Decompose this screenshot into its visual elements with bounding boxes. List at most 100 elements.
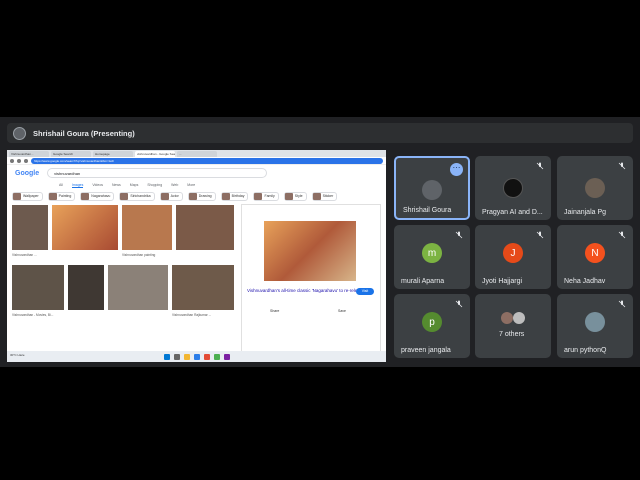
chip-thumbnail — [120, 192, 129, 200]
app-icon — [213, 353, 220, 360]
google-search-tabs: All Images Videos News Maps Shopping Web… — [7, 181, 386, 189]
chip-label: Drawing — [198, 194, 212, 198]
preview-image — [264, 221, 356, 281]
result-image — [108, 265, 168, 310]
avatar — [513, 312, 525, 324]
mic-off-icon — [618, 231, 626, 239]
chip-label: Family — [264, 194, 275, 198]
filter-chip: Actor — [159, 191, 183, 201]
participant-tile-others[interactable]: 7 others — [475, 294, 551, 358]
chip-label: Actor — [170, 194, 179, 198]
google-tab: Web — [171, 183, 179, 187]
avatar — [585, 178, 605, 198]
google-search-box: vishnuvardhan — [47, 168, 268, 178]
chip-label: Style — [294, 194, 303, 198]
google-tab: Maps — [129, 183, 139, 187]
avatar-initial: p — [422, 312, 442, 332]
share-button: Share — [270, 309, 280, 313]
participant-tile-8[interactable]: arun pythonQ — [557, 294, 633, 358]
others-count: 7 others — [499, 331, 525, 338]
preview-title: Vishnuvardhan's all-time classic 'Nagara… — [247, 288, 365, 293]
avatar-initial: N — [585, 243, 605, 263]
participant-name: praveen jangala — [401, 347, 451, 354]
more-options-icon[interactable]: ⋯ — [450, 163, 463, 176]
mic-off-icon — [536, 162, 544, 170]
chip-thumbnail — [160, 192, 169, 200]
participant-name: Neha Jadhav — [564, 278, 606, 285]
google-tab: News — [112, 183, 121, 187]
result-caption: Vishnuvardhan painting — [122, 253, 156, 257]
filter-chip: Nagarahavu — [80, 191, 115, 201]
participant-tile-6[interactable]: p praveen jangala — [394, 294, 470, 358]
chrome-icon — [203, 353, 210, 360]
google-tab: More — [187, 183, 196, 187]
avatar — [585, 312, 605, 332]
filter-chip: Family — [253, 191, 279, 201]
search-icon — [173, 353, 180, 360]
participant-name: murali Aparna — [401, 278, 445, 285]
participant-tile-2[interactable]: Jainanjala Pg — [557, 156, 633, 220]
chip-label: Painting — [58, 194, 72, 198]
result-image — [52, 205, 118, 250]
result-image — [12, 205, 48, 250]
app-icon — [223, 353, 230, 360]
google-logo: Google — [15, 169, 40, 177]
participant-name: arun pythonQ — [564, 347, 607, 354]
presenter-label: Shrishail Goura (Presenting) — [33, 128, 135, 138]
reload-icon — [24, 158, 28, 163]
image-preview-panel: Vishnuvardhan's all-time classic 'Nagara… — [241, 204, 381, 354]
chip-thumbnail — [48, 192, 57, 200]
result-caption: Vishnuvardhan ... — [12, 253, 37, 257]
forward-icon — [17, 158, 21, 163]
browser-tab-strip: Vishnuvardhan... Google Search Homepage … — [7, 150, 386, 157]
google-tab: All — [59, 183, 63, 187]
participant-tile-1[interactable]: Pragyan AI and D... — [475, 156, 551, 220]
back-icon — [10, 158, 14, 163]
result-caption: Vishnuvardhan Rajkumar ... — [172, 313, 212, 317]
browser-tab: Vishnuvardhan... — [9, 151, 49, 157]
participant-tile-5[interactable]: N Neha Jadhav — [557, 225, 633, 289]
participant-name: Shrishail Goura — [403, 207, 452, 214]
avatar-initial: m — [422, 243, 442, 263]
chip-label: Wallpaper — [23, 194, 39, 198]
address-bar: https://www.google.com/search?q=vishnuva… — [31, 157, 383, 164]
browser-tab-active: vishnuvardhan - Google Search — [135, 151, 175, 157]
save-button: Save — [338, 309, 346, 313]
participant-tile-4[interactable]: J Jyoti Hajjargi — [475, 225, 551, 289]
browser-toolbar: https://www.google.com/search?q=vishnuva… — [7, 157, 386, 165]
folder-icon — [183, 353, 190, 360]
mic-off-icon — [536, 231, 544, 239]
presenter-avatar — [13, 126, 26, 140]
google-tab: Videos — [92, 183, 104, 187]
result-image — [172, 265, 234, 310]
browser-tab: ... — [177, 151, 217, 157]
chip-thumbnail — [312, 192, 321, 200]
chip-thumbnail — [81, 192, 90, 200]
mic-off-icon — [618, 162, 626, 170]
chip-label: Nagarahavu — [91, 194, 111, 198]
visit-button: Visit — [356, 288, 374, 295]
edge-icon — [193, 353, 200, 360]
mic-off-icon — [455, 300, 463, 308]
avatar — [422, 180, 442, 200]
google-tab-active: Images — [71, 182, 84, 188]
result-image — [176, 205, 234, 250]
participant-name: Jyoti Hajjargi — [482, 278, 523, 285]
chip-thumbnail — [254, 192, 263, 200]
chip-label: Birthday — [231, 194, 245, 198]
result-image — [68, 265, 104, 310]
filter-chip: Birthday — [220, 191, 249, 201]
chip-thumbnail — [284, 192, 293, 200]
google-tab: Shopping — [147, 183, 163, 187]
mic-off-icon — [455, 231, 463, 239]
google-header: Google vishnuvardhan — [7, 165, 386, 181]
avatar-initial: J — [503, 243, 523, 263]
chip-thumbnail — [221, 192, 230, 200]
filter-chips: Wallpaper Painting Nagarahavu Sirichandr… — [7, 189, 386, 203]
participant-tile-0[interactable]: ⋯ Shrishail Goura — [394, 156, 470, 220]
filter-chip: Sirichandrika — [119, 191, 155, 201]
chip-label: Sirichandrika — [130, 194, 151, 198]
chip-label: Sticker — [322, 194, 334, 198]
browser-tab: Google Search — [51, 151, 91, 157]
participant-tile-3[interactable]: m murali Aparna — [394, 225, 470, 289]
